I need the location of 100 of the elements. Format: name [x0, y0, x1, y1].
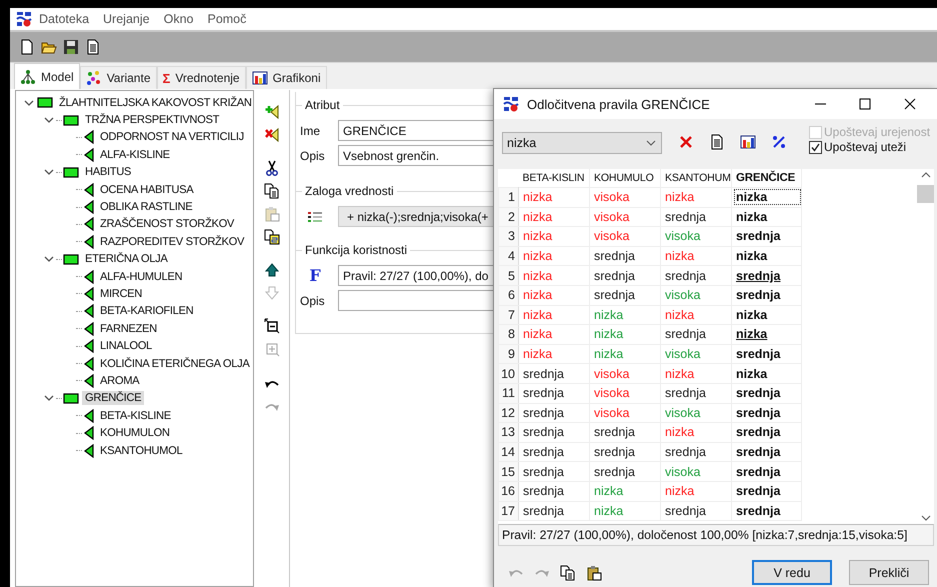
document-icon[interactable]: [85, 39, 101, 55]
table-cell: visoka: [590, 207, 660, 227]
table-cell: srednja: [518, 364, 590, 384]
leaf-icon: [83, 270, 94, 284]
leaf-icon: [83, 339, 94, 354]
table-cell: nizka: [590, 481, 660, 501]
table-cell: srednja: [590, 246, 660, 266]
tree-item[interactable]: KOLIČINA ETERIČNEGA OLJA: [97, 356, 253, 371]
up-arrow-icon[interactable]: [264, 262, 280, 278]
table-cell: nizka: [590, 344, 660, 364]
menu-item[interactable]: Okno: [156, 12, 200, 26]
aggregate-icon: [37, 96, 53, 110]
sigma-icon: Σ: [162, 70, 170, 86]
tab[interactable]: Grafikoni: [246, 66, 327, 89]
collapse-icon[interactable]: [264, 318, 280, 334]
tab[interactable]: Σ Vrednotenje: [156, 66, 246, 89]
tree-item[interactable]: TRŽNA PERSPEKTIVNOST: [82, 113, 222, 128]
tab[interactable]: Model: [14, 63, 80, 89]
paste-icon[interactable]: [264, 229, 280, 245]
tree-item[interactable]: KSANTOHUMOL: [97, 444, 186, 458]
table-cell: srednja: [660, 383, 732, 404]
close-icon[interactable]: [904, 98, 916, 110]
table-cell: srednja: [590, 285, 660, 306]
leaf-icon: [83, 217, 94, 232]
checkbox[interactable]: [809, 140, 822, 154]
document-icon[interactable]: [709, 134, 725, 150]
table-cell: visoka: [660, 344, 732, 364]
menu-item[interactable]: Datoteka: [32, 12, 96, 26]
tree-item[interactable]: AROMA: [97, 374, 142, 388]
dots-icon: [86, 70, 102, 86]
delete-icon[interactable]: [264, 127, 280, 143]
checkbox-label[interactable]: Upoštevaj uteži: [824, 140, 906, 154]
table-cell: nizka: [518, 226, 590, 246]
row-number: 4: [498, 246, 518, 266]
column-header[interactable]: KOHUMULO: [590, 169, 660, 188]
save-icon[interactable]: [63, 39, 79, 55]
tree-item[interactable]: FARNEZEN: [97, 322, 160, 336]
list-icon[interactable]: [307, 210, 323, 224]
tree-item[interactable]: GRENČICE: [82, 391, 144, 406]
table-cell: srednja: [518, 422, 590, 442]
copy-icon[interactable]: [264, 183, 280, 199]
table-cell: srednja: [660, 207, 732, 227]
window-title: Odločitvena pravila GRENČICE: [527, 96, 711, 112]
leaf-icon: [83, 182, 94, 197]
table-cell: nizka: [660, 364, 732, 384]
class-dropdown[interactable]: nizka: [502, 132, 662, 154]
menu-item[interactable]: Urejanje: [96, 12, 157, 26]
tree-item[interactable]: LINALOOL: [97, 339, 155, 354]
row-number: 5: [498, 266, 518, 286]
bar-chart-icon[interactable]: [740, 134, 756, 150]
table-cell: srednja: [660, 324, 732, 344]
table-cell: srednja: [518, 442, 590, 462]
scissors-icon[interactable]: [264, 160, 280, 176]
add-icon[interactable]: [264, 104, 280, 120]
aggregate-icon: [63, 166, 79, 179]
tree-item[interactable]: OCENA HABITUSA: [97, 182, 196, 197]
ok-button[interactable]: V redu: [752, 560, 832, 585]
tree-item[interactable]: KOHUMULON: [97, 426, 173, 440]
tree-item[interactable]: ETERIČNA OLJA: [82, 252, 170, 266]
column-header[interactable]: GRENČICE: [732, 169, 802, 188]
table-cell: srednja: [590, 422, 660, 442]
table-cell: srednja: [590, 266, 660, 286]
new-file-icon[interactable]: [19, 39, 35, 55]
leaf-icon: [83, 130, 94, 144]
clipboard-icon[interactable]: [586, 564, 602, 580]
table-cell: srednja: [518, 403, 590, 423]
leaf-icon: [83, 408, 94, 423]
table-cell: nizka: [660, 188, 732, 208]
scrollbar[interactable]: [917, 169, 934, 524]
row-number: 17: [498, 501, 518, 521]
maximize-icon[interactable]: [859, 98, 871, 110]
field-label: Opis: [300, 148, 326, 162]
menu-item[interactable]: Pomoč: [200, 12, 254, 26]
table-cell: srednja: [590, 442, 660, 462]
column-header[interactable]: KSANTOHUM: [660, 169, 732, 188]
delete-icon[interactable]: [678, 134, 694, 150]
tree-item[interactable]: BETA-KARIOFILEN: [97, 304, 196, 318]
leaf-icon: [83, 304, 94, 318]
percent-icon[interactable]: [771, 134, 787, 150]
tree-item[interactable]: ŽLAHTNITELJSKA KAKOVOST KRIŽAN: [56, 96, 254, 110]
tree-item[interactable]: ALFA-HUMULEN: [97, 270, 186, 284]
tree-item[interactable]: MIRCEN: [97, 286, 146, 301]
table-cell: nizka: [660, 422, 732, 442]
copy-icon[interactable]: [560, 564, 576, 580]
tree-item[interactable]: BETA-KISLINE: [97, 408, 174, 423]
table-cell[interactable]: nizka: [734, 189, 801, 206]
leaf-icon: [83, 356, 94, 371]
tree-item[interactable]: ZRAŠČENOST STORŽKOV: [97, 217, 238, 232]
scrollbar-thumb[interactable]: [917, 185, 934, 203]
row-number: 8: [498, 324, 518, 344]
table-cell: srednja: [518, 462, 590, 482]
tree-item[interactable]: ODPORNOST NA VERTICILIJ: [97, 130, 247, 144]
table-cell: visoka: [660, 403, 732, 423]
tree-item[interactable]: HABITUS: [82, 165, 134, 180]
tab[interactable]: Variante: [80, 66, 156, 89]
row-number: 14: [498, 442, 518, 462]
tree-item[interactable]: RAZPOREDITEV STORŽKOV: [97, 234, 248, 249]
tree-item[interactable]: OBLIKA RASTLINE: [97, 200, 196, 214]
cancel-button[interactable]: Prekliči: [849, 560, 929, 585]
tree-item[interactable]: ALFA-KISLINE: [97, 148, 173, 162]
